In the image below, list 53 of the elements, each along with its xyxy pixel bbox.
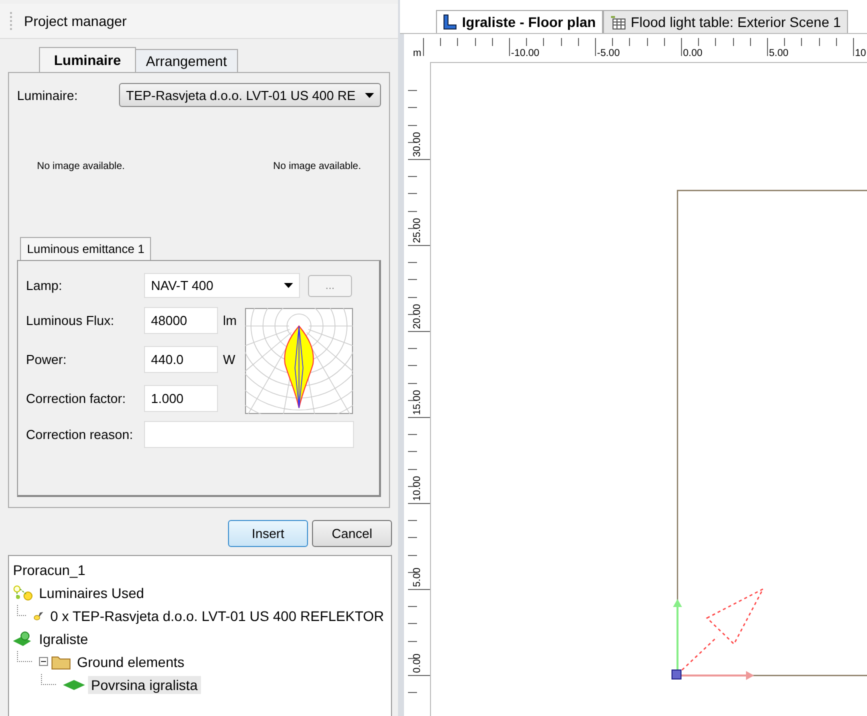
ruler-label: 10.00 — [412, 476, 424, 501]
no-image-note: No image available. — [273, 161, 361, 174]
unit-label: lm — [223, 313, 238, 328]
unit-label: m — [413, 48, 422, 59]
floor-plan-icon — [443, 14, 457, 30]
ruler-label: 25.00 — [412, 218, 424, 243]
tab[interactable]: Arrangement — [134, 49, 238, 72]
collapse-icon[interactable] — [39, 657, 48, 666]
cancel-button[interactable]: Cancel — [312, 520, 392, 547]
panel-title: Project manager — [24, 13, 127, 29]
tree-item[interactable]: Povrsina igralista — [88, 676, 201, 694]
tree-item[interactable]: Luminaires Used — [36, 584, 148, 602]
table-icon — [610, 14, 626, 30]
tree-item[interactable]: 0 x TEP-Rasvjeta d.o.o. LVT-01 US 400 REFLEKTOR — [47, 606, 387, 624]
ruler-label: 0.00 — [412, 654, 424, 673]
field-label: Luminous Flux: — [26, 313, 116, 328]
input-field[interactable]: 440.0 — [144, 346, 218, 373]
ruler-label: -5.00 — [597, 48, 620, 59]
field-label: Power: — [26, 352, 68, 367]
ruler-label: 15.00 — [412, 390, 424, 415]
ruler-label: -10.00 — [511, 48, 540, 59]
node-group-icon — [13, 584, 33, 600]
ruler-label: 0.00 — [683, 48, 702, 59]
input-field[interactable] — [144, 421, 354, 448]
unit-label: W — [223, 352, 236, 367]
field-label: Luminaire: — [17, 88, 78, 102]
field-icon — [13, 630, 33, 646]
insert-button[interactable]: Insert — [228, 520, 308, 547]
tree-item[interactable]: Ground elements — [74, 652, 188, 670]
input-field[interactable]: 48000 — [144, 307, 218, 334]
tab[interactable]: Luminaire — [39, 47, 136, 72]
input-field[interactable]: 1.000 — [144, 385, 218, 412]
no-image-note: No image available. — [37, 161, 125, 174]
caret-icon — [365, 92, 374, 98]
ruler-label: 20.00 — [412, 304, 424, 329]
tree-item[interactable]: Proracun_1 — [13, 562, 86, 578]
lamp-dropdown[interactable]: NAV-T 400 — [144, 273, 300, 298]
caret-icon — [284, 283, 293, 288]
folder-icon — [51, 654, 71, 670]
field-label: Lamp: — [26, 278, 64, 293]
field-label: Correction factor: — [26, 391, 127, 406]
field-label: Correction reason: — [26, 427, 134, 442]
ruler-label: 30.00 — [412, 132, 424, 157]
tab[interactable]: Igraliste - Floor plan — [436, 10, 603, 33]
ruler-label: 5.00 — [769, 48, 788, 59]
tree-item[interactable]: Igraliste — [36, 630, 92, 648]
ruler-label: 5.00 — [412, 568, 424, 587]
luminaire-dropdown[interactable]: TEP-Rasvjeta d.o.o. LVT-01 US 400 RE — [119, 83, 381, 107]
origin-marker — [672, 670, 682, 680]
ruler-label: 10. — [855, 48, 867, 59]
ground-icon — [63, 678, 85, 690]
tab[interactable]: Luminous emittance 1 — [20, 237, 152, 260]
tab[interactable]: Flood light table: Exterior Scene 1 — [602, 10, 848, 33]
